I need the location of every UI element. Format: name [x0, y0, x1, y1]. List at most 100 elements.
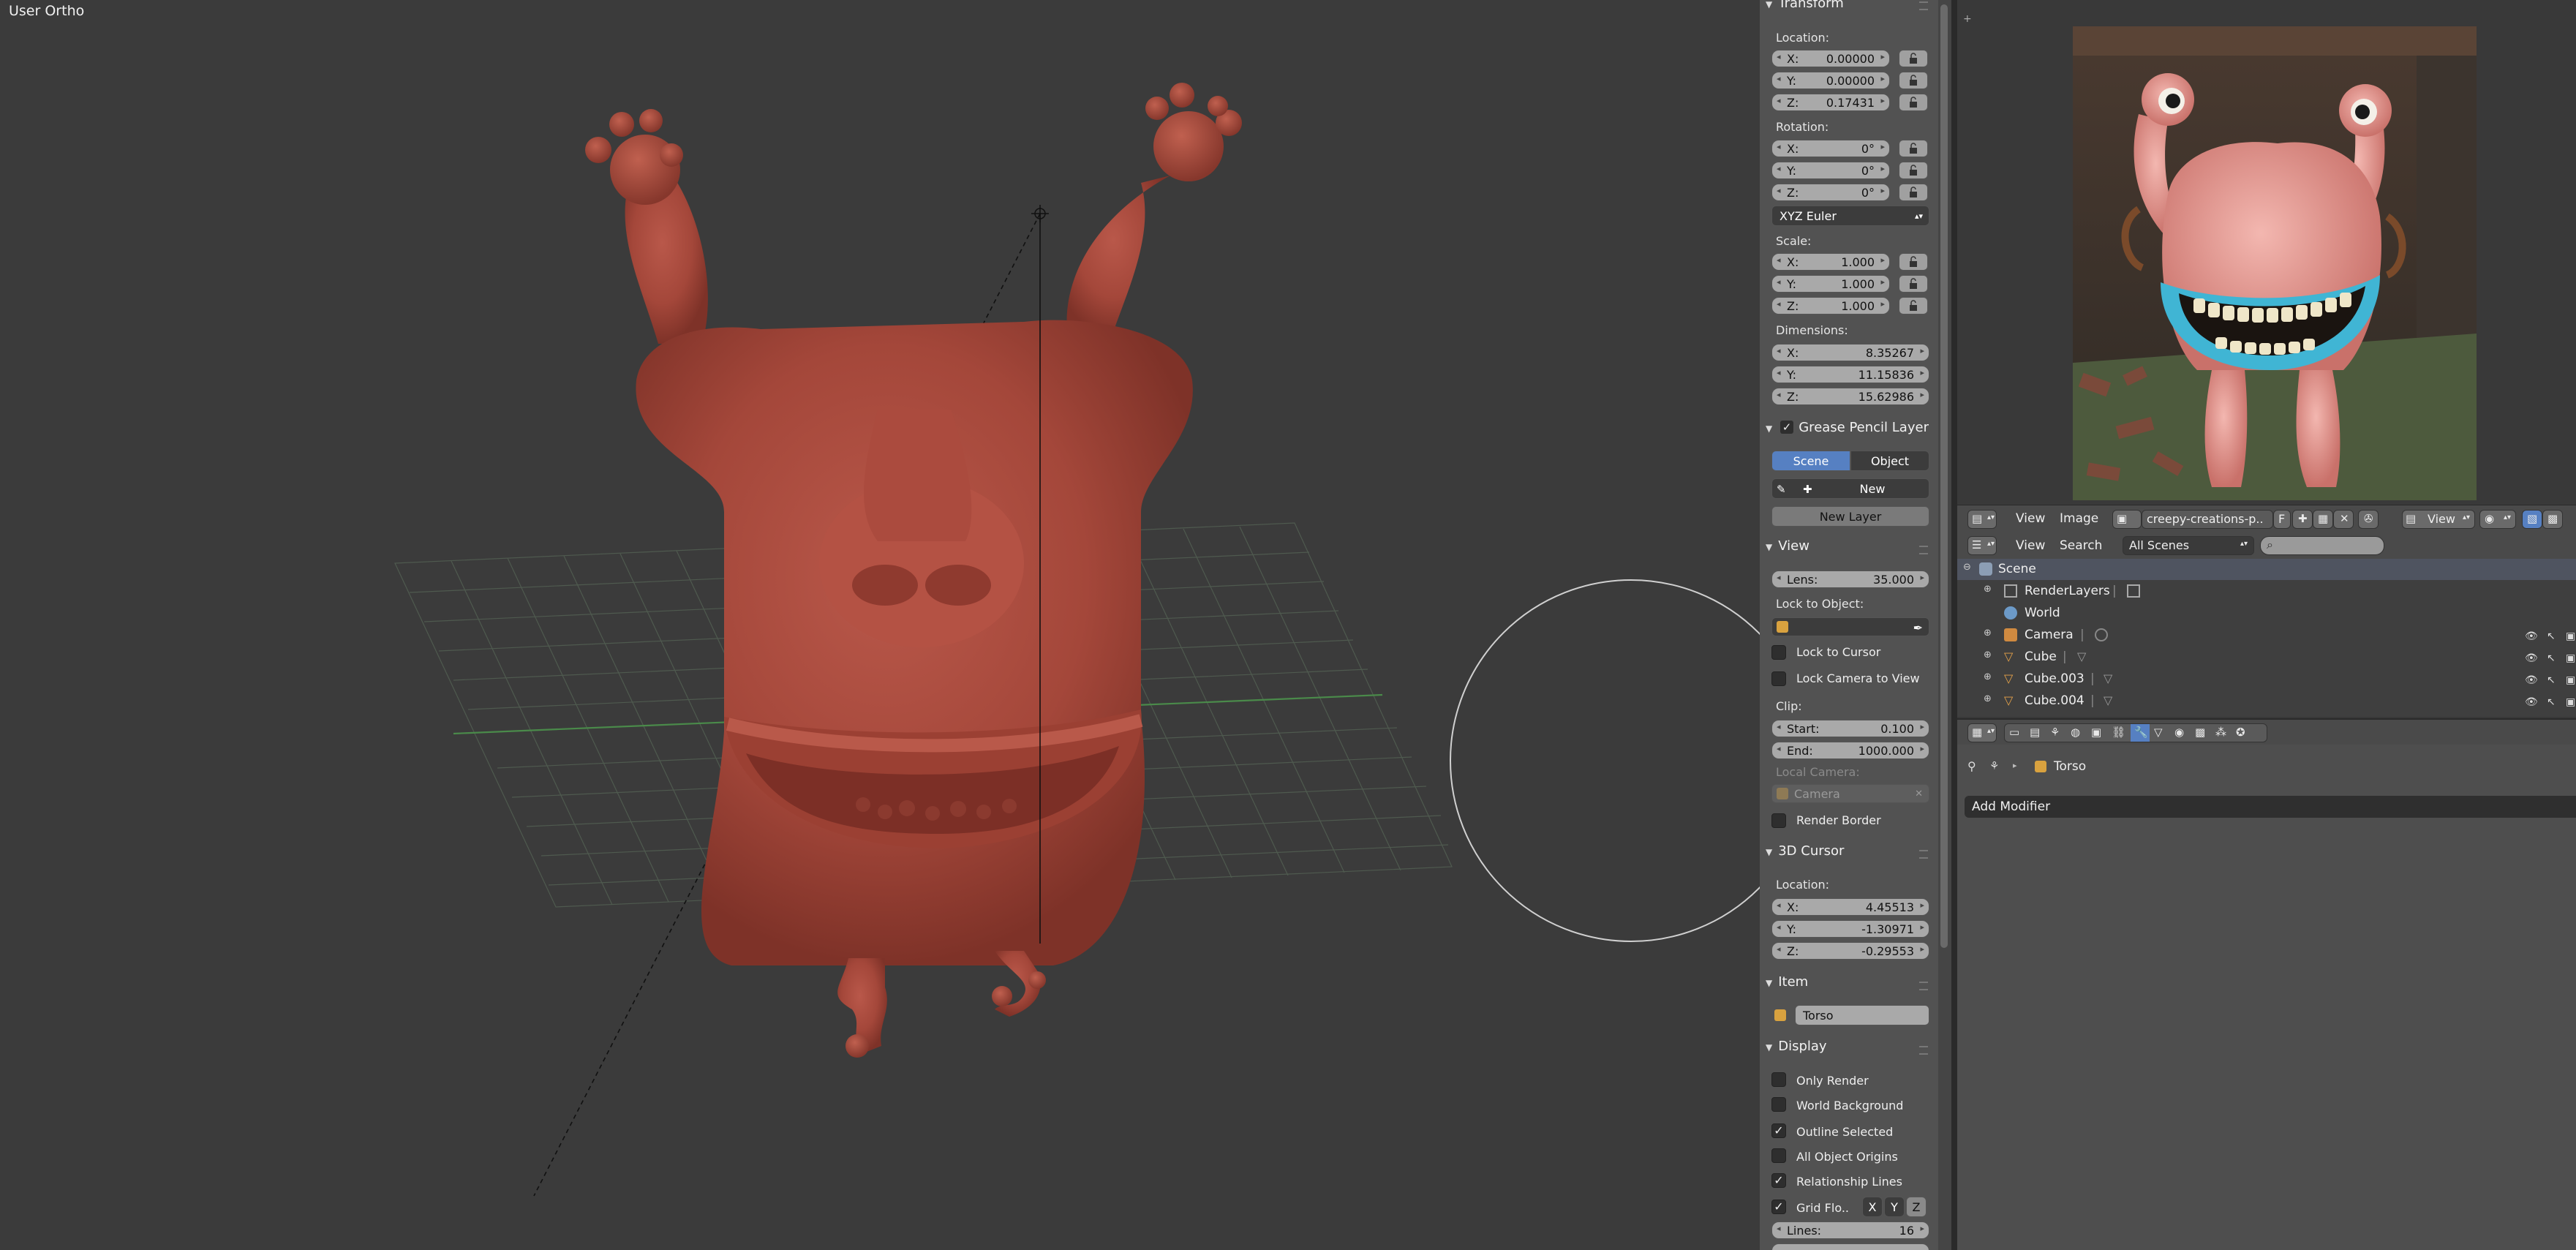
dimensions-y-field[interactable]: ◂ Y: 11.15836 ▸	[1771, 366, 1929, 383]
editor-type-button[interactable]: ▤ ▴▾	[1967, 510, 1997, 529]
location-z-field[interactable]: ◂ Z: 0.17431 ▸	[1771, 94, 1890, 111]
render-icon[interactable]: ▣	[2566, 674, 2575, 686]
relationship-lines-checkbox[interactable]: ✓	[1771, 1173, 1786, 1188]
grease-object-button[interactable]: Object	[1850, 451, 1929, 471]
expand-icon[interactable]: ⊕	[1984, 693, 1992, 704]
display-header[interactable]: ▼ Display	[1766, 1039, 1827, 1054]
particles-icon[interactable]: ⁂	[2215, 726, 2226, 739]
display-channels-button[interactable]: ▧	[2522, 510, 2542, 529]
lock-object-field[interactable]: ✒	[1771, 617, 1929, 636]
alpha-button[interactable]: ▩	[2542, 510, 2563, 529]
outliner-row-world[interactable]: World	[1957, 603, 2576, 624]
lock-icon[interactable]	[1899, 253, 1928, 271]
lock-to-cursor-checkbox[interactable]	[1771, 645, 1786, 660]
cursor-select-icon[interactable]: ↖	[2547, 652, 2556, 664]
eye-icon[interactable]: 👁	[2525, 674, 2538, 686]
grease-pencil-checkbox[interactable]: ✓	[1780, 421, 1793, 434]
image-browse-button[interactable]: ▣	[2112, 510, 2142, 529]
clip-start-field[interactable]: ◂ Start: 0.100 ▸	[1771, 720, 1929, 737]
outliner-row-cube-003[interactable]: ⊕ ▽ Cube.003 | ▽ 👁 ↖ ▣	[1957, 669, 2576, 690]
properties-shelf[interactable]: ▼ Transform Location: ◂ X: 0.00000 ▸ ◂ Y: 0.00…	[1760, 0, 1938, 1250]
expand-icon[interactable]: ⊕	[1984, 628, 1992, 639]
rotation-x-field[interactable]: ◂ X: 0° ▸	[1771, 140, 1890, 157]
lock-icon[interactable]	[1899, 162, 1928, 179]
grid-axis-z-toggle[interactable]: Z	[1906, 1197, 1927, 1217]
image-editor[interactable]: +	[1957, 0, 2576, 505]
collapse-icon[interactable]: ⊖	[1963, 562, 1971, 573]
dimensions-x-field[interactable]: ◂ X: 8.35267 ▸	[1771, 344, 1929, 361]
outliner-header[interactable]: ☰ ▴▾ View Search All Scenes ▴▾ ⌕	[1957, 532, 2576, 559]
close-icon[interactable]: ✕	[1915, 785, 1923, 804]
rotation-z-field[interactable]: ◂ Z: 0° ▸	[1771, 184, 1890, 201]
texture-icon[interactable]: ▩	[2195, 726, 2205, 739]
lock-icon[interactable]	[1899, 72, 1928, 89]
cursor-select-icon[interactable]: ↖	[2547, 674, 2556, 686]
expand-icon[interactable]: ⊕	[1984, 584, 1992, 595]
image-name-field[interactable]: creepy-creations-p..	[2142, 510, 2273, 529]
scale-z-field[interactable]: ◂ Z: 1.000 ▸	[1771, 297, 1890, 315]
cursor-select-icon[interactable]: ↖	[2547, 696, 2556, 708]
grid-axis-x-toggle[interactable]: X	[1862, 1197, 1883, 1217]
cursor-y-field[interactable]: ◂ Y: -1.30971 ▸	[1771, 920, 1929, 938]
mesh-data-icon[interactable]: ▽	[2154, 726, 2163, 739]
drag-grip-icon[interactable]	[1919, 982, 1928, 990]
location-y-field[interactable]: ◂ Y: 0.00000 ▸	[1771, 72, 1890, 89]
cursor-select-icon[interactable]: ↖	[2547, 630, 2556, 642]
only-render-checkbox[interactable]	[1771, 1072, 1786, 1087]
scene-icon[interactable]: ⚘	[2050, 726, 2060, 739]
grid-scale-field[interactable]	[1771, 1243, 1929, 1250]
constraints-icon[interactable]: ⛓	[2112, 726, 2125, 739]
object-icon[interactable]: ▣	[2091, 726, 2101, 739]
open-image-button[interactable]: ▦	[2313, 510, 2333, 529]
grid-floor-checkbox[interactable]: ✓	[1771, 1200, 1786, 1214]
property-tabs[interactable]: ▭ ▤ ⚘ ◍ ▣ ⛓ 🔧 ▽ ◉ ▩ ⁂ ✪	[2004, 723, 2267, 742]
lens-field[interactable]: ◂ Lens: 35.000 ▸	[1771, 571, 1929, 588]
viewport-scene[interactable]	[0, 0, 1760, 1250]
clip-end-field[interactable]: ◂ End: 1000.000 ▸	[1771, 742, 1929, 759]
lock-icon[interactable]	[1899, 94, 1928, 111]
add-modifier-button[interactable]: Add Modifier	[1965, 796, 2576, 818]
unlink-image-button[interactable]: ✕	[2333, 510, 2354, 529]
grease-pencil-header[interactable]: ▼ ✓ Grease Pencil Layer	[1766, 420, 1929, 435]
eyedropper-icon[interactable]: ✒	[1913, 618, 1923, 639]
world-background-checkbox[interactable]	[1771, 1097, 1786, 1112]
render-border-checkbox[interactable]	[1771, 813, 1786, 828]
render-icon[interactable]: ▣	[2566, 630, 2575, 642]
eye-icon[interactable]: 👁	[2525, 652, 2538, 664]
expand-icon[interactable]: ⊕	[1984, 650, 1992, 660]
new-image-button[interactable]: ✚	[2292, 510, 2313, 529]
editor-type-button[interactable]: ☰ ▴▾	[1967, 536, 1997, 555]
grid-lines-field[interactable]: ◂ Lines: 16 ▸	[1771, 1221, 1929, 1239]
lock-camera-to-view-checkbox[interactable]	[1771, 671, 1786, 686]
3d-viewport[interactable]: User Ortho	[0, 0, 1760, 1250]
grease-new-button[interactable]: ✎ ✚ New	[1771, 478, 1929, 499]
modifiers-tab[interactable]: 🔧	[2131, 724, 2150, 742]
properties-editor[interactable]: ⚲ ⚘ ▸ Torso Add Modifier	[1957, 745, 2576, 1250]
world-icon[interactable]: ◍	[2071, 726, 2080, 739]
grid-axis-y-toggle[interactable]: Y	[1884, 1197, 1905, 1217]
outline-selected-checkbox[interactable]: ✓	[1771, 1123, 1786, 1138]
lock-icon[interactable]	[1899, 275, 1928, 293]
outliner-row-scene[interactable]: ⊖ Scene	[1957, 559, 2576, 580]
outliner-menu-view[interactable]: View	[2016, 538, 2045, 553]
scrollbar-thumb[interactable]	[1940, 4, 1948, 948]
location-x-field[interactable]: ◂ X: 0.00000 ▸	[1771, 50, 1890, 67]
pin-button[interactable]: ✇	[2358, 510, 2379, 529]
item-header[interactable]: ▼ Item	[1766, 974, 1808, 990]
render-layers-icon[interactable]: ▤	[2030, 726, 2040, 739]
properties-header[interactable]: ▦ ▴▾ ▭ ▤ ⚘ ◍ ▣ ⛓ 🔧 ▽ ◉ ▩ ⁂ ✪	[1957, 718, 2576, 746]
dimensions-z-field[interactable]: ◂ Z: 15.62986 ▸	[1771, 388, 1929, 405]
grease-scene-button[interactable]: Scene	[1771, 451, 1850, 471]
pin-icon[interactable]: ⚲	[1967, 759, 1976, 773]
shelf-scrollbar[interactable]	[1938, 0, 1951, 1250]
outliner-row-cube[interactable]: ⊕ ▽ Cube | ▽ 👁 ↖ ▣	[1957, 647, 2576, 668]
drag-grip-icon[interactable]	[1919, 1, 1928, 10]
rotation-mode-dropdown[interactable]: XYZ Euler ▴▾	[1771, 206, 1929, 226]
image-editor-header[interactable]: ▤ ▴▾ View Image ▣ creepy-creations-p.. F …	[1957, 505, 2576, 533]
fake-user-button[interactable]: F	[2273, 510, 2291, 529]
local-camera-field[interactable]: Camera ✕	[1771, 784, 1929, 803]
expand-icon[interactable]: ⊕	[1984, 671, 1992, 682]
menu-image[interactable]: Image	[2060, 511, 2098, 526]
material-icon[interactable]: ◉	[2174, 726, 2184, 739]
drag-grip-icon[interactable]	[1919, 1046, 1928, 1055]
